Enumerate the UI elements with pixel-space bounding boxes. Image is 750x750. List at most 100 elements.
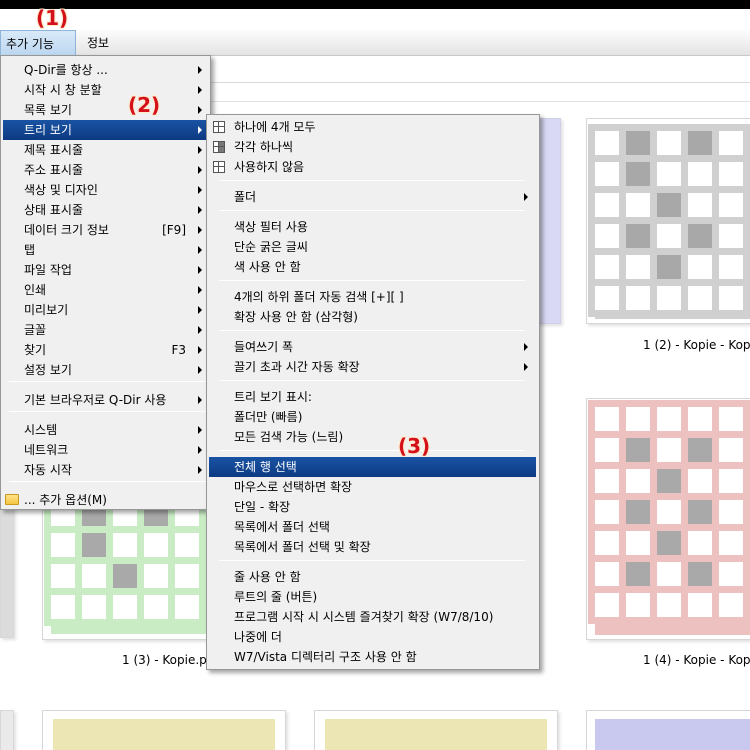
tree-menu-item[interactable]: 색 사용 안 함 — [209, 257, 536, 277]
tree-menu-item[interactable]: 루트의 줄 (버튼) — [209, 587, 536, 607]
thumbnail-cell — [137, 588, 175, 626]
extra-menu-item[interactable]: 색상 및 디자인 — [3, 180, 208, 200]
submenu-arrow-icon — [198, 126, 202, 134]
extra-menu-item[interactable]: 찾기 F3 — [3, 340, 208, 360]
thumbnail-image — [588, 124, 750, 319]
extra-menu-item[interactable]: 트리 보기 — [3, 120, 208, 140]
submenu-arrow-icon — [198, 366, 202, 374]
tree-menu-item[interactable]: 트리 보기 표시: — [209, 387, 536, 407]
menu-item-label: 목록에서 폴더 선택 — [234, 520, 330, 534]
extra-menu-item[interactable]: 설정 보기 — [3, 360, 208, 380]
menu-item-label: 루트의 줄 (버튼) — [234, 590, 318, 604]
tree-menu-item[interactable]: 하나에 4개 모두 — [209, 117, 536, 137]
tree-menu-item[interactable]: 확장 사용 안 함 (삼각형) — [209, 307, 536, 327]
tree-menu-item[interactable]: 마우스로 선택하면 확장 — [209, 477, 536, 497]
tree-menu-item[interactable]: 프로그램 시작 시 시스템 즐겨찾기 확장 (W7/8/10) — [209, 607, 536, 627]
extra-menu-item[interactable]: 자동 시작 — [3, 460, 208, 480]
thumbnail-cell — [619, 279, 657, 317]
extra-menu-item[interactable]: 파일 작업 — [3, 260, 208, 280]
extra-menu-item[interactable]: 시작 시 창 분할 — [3, 80, 208, 100]
menu-item-label: 줄 사용 안 함 — [234, 570, 301, 584]
tree-menu-item[interactable]: 단일 - 확장 — [209, 497, 536, 517]
thumbnail-cell — [588, 248, 626, 286]
extra-menu-item[interactable]: 탭 — [3, 240, 208, 260]
tree-menu-item[interactable]: 4개의 하위 폴더 자동 검색 [+][ ] — [209, 287, 536, 307]
extra-menu-item[interactable]: Q-Dir를 항상 ... — [3, 60, 208, 80]
submenu-arrow-icon — [198, 306, 202, 314]
submenu-arrow-icon — [198, 466, 202, 474]
tree-menu-item[interactable]: 색상 필터 사용 — [209, 217, 536, 237]
extra-menu-item[interactable]: 기본 브라우저로 Q-Dir 사용 — [3, 390, 208, 410]
submenu-arrow-icon — [524, 363, 528, 371]
submenu-arrow-icon — [198, 446, 202, 454]
submenu-arrow-icon — [198, 146, 202, 154]
extra-menu-item[interactable]: 인쇄 — [3, 280, 208, 300]
tree-menu-item[interactable]: 목록에서 폴더 선택 — [209, 517, 536, 537]
submenu-arrow-icon — [198, 266, 202, 274]
tree-menu-item[interactable]: 나중에 더 — [209, 627, 536, 647]
menu-item-label: 단순 굵은 글씨 — [234, 240, 308, 254]
menu-item-label: 기본 브라우저로 Q-Dir 사용 — [24, 393, 167, 407]
menu-item-label: 폴더만 (빠름) — [234, 410, 303, 424]
menu-separator — [219, 450, 525, 451]
thumbnail-cell — [712, 186, 750, 224]
extra-menu-item[interactable]: 미리보기 — [3, 300, 208, 320]
tree-menu-item[interactable]: 줄 사용 안 함 — [209, 567, 536, 587]
tree-menu-item[interactable]: 모든 검색 가능 (느림) — [209, 427, 536, 447]
tree-menu-item[interactable]: 폴더만 (빠름) — [209, 407, 536, 427]
thumbnail-caption: 1 (2) - Kopie - Kopie. — [643, 338, 750, 352]
tree-menu-item[interactable]: W7/Vista 디렉터리 구조 사용 안 함 — [209, 647, 536, 667]
menu-item-label: 시스템 — [24, 423, 58, 437]
thumbnail-cell — [75, 588, 113, 626]
menu-item-label: 전체 행 선택 — [234, 460, 297, 474]
extra-menu-item[interactable]: 데이터 크기 정보 [F9] — [3, 220, 208, 240]
extra-menu-item[interactable]: 제목 표시줄 — [3, 140, 208, 160]
extra-menu-item[interactable]: 글꼴 — [3, 320, 208, 340]
thumbnail-cell — [619, 431, 657, 469]
submenu-arrow-icon — [198, 346, 202, 354]
menu-item-label: 끌기 초과 시간 자동 확장 — [234, 360, 360, 374]
menu-extra-features[interactable]: 추가 기능(X) — [0, 30, 76, 77]
tree-menu-item[interactable]: 사용하지 않음 — [209, 157, 536, 177]
extra-menu-item[interactable]: 시스템 — [3, 420, 208, 440]
menu-separator — [219, 210, 525, 211]
menu-item-label: 네트워크 — [24, 443, 69, 457]
thumbnail-cell — [712, 462, 750, 500]
thumbnail-cell — [681, 431, 719, 469]
extra-menu-item[interactable]: 목록 보기 — [3, 100, 208, 120]
extra-menu-item[interactable]: ... 추가 옵션(M) — [3, 490, 208, 510]
menu-item-label: 상태 표시줄 — [24, 203, 84, 217]
extra-menu-item[interactable]: 상태 표시줄 — [3, 200, 208, 220]
menu-item-label: 색상 필터 사용 — [234, 220, 308, 234]
menu-item-label: 색상 및 디자인 — [24, 183, 98, 197]
thumbnail-cell — [712, 217, 750, 255]
menu-item-label: 찾기 — [24, 343, 47, 357]
tree-menu-item[interactable]: 들여쓰기 폭 — [209, 337, 536, 357]
thumbnail-1-2[interactable] — [586, 118, 750, 324]
menu-item-label: Q-Dir를 항상 ... — [24, 63, 108, 77]
extra-menu-item[interactable]: 네트워크 — [3, 440, 208, 460]
menu-item-label: 설정 보기 — [24, 363, 72, 377]
tree-menu-item[interactable]: 목록에서 폴더 선택 및 확장 — [209, 537, 536, 557]
menu-info[interactable]: 정보 — [82, 30, 114, 56]
thumbnail-cell — [588, 186, 626, 224]
thumbnail-cell — [712, 124, 750, 162]
thumbnail-image — [588, 400, 750, 635]
thumbnail-bottom-4 — [586, 710, 750, 750]
thumbnail-1-4[interactable] — [586, 398, 750, 640]
tree-menu-item[interactable]: 폴더 — [209, 187, 536, 207]
folder-icon — [5, 494, 19, 505]
tree-menu-item[interactable]: 끌기 초과 시간 자동 확장 — [209, 357, 536, 377]
tree-menu-item[interactable]: 단순 굵은 글씨 — [209, 237, 536, 257]
thumbnail-caption: 1 (4) - Kopie - Kopie. — [643, 653, 750, 667]
thumbnail-cell — [681, 186, 719, 224]
thumbnail-cell — [650, 279, 688, 317]
tree-menu-item[interactable]: 전체 행 선택 — [209, 457, 536, 477]
submenu-arrow-icon — [198, 396, 202, 404]
thumbnail-cell — [75, 557, 113, 595]
thumbnail-cell — [650, 493, 688, 531]
thumbnail-cell — [75, 526, 113, 564]
extra-menu-item[interactable]: 주소 표시줄 — [3, 160, 208, 180]
tree-menu-item[interactable]: 각각 하나씩 — [209, 137, 536, 157]
menu-separator — [219, 380, 525, 381]
